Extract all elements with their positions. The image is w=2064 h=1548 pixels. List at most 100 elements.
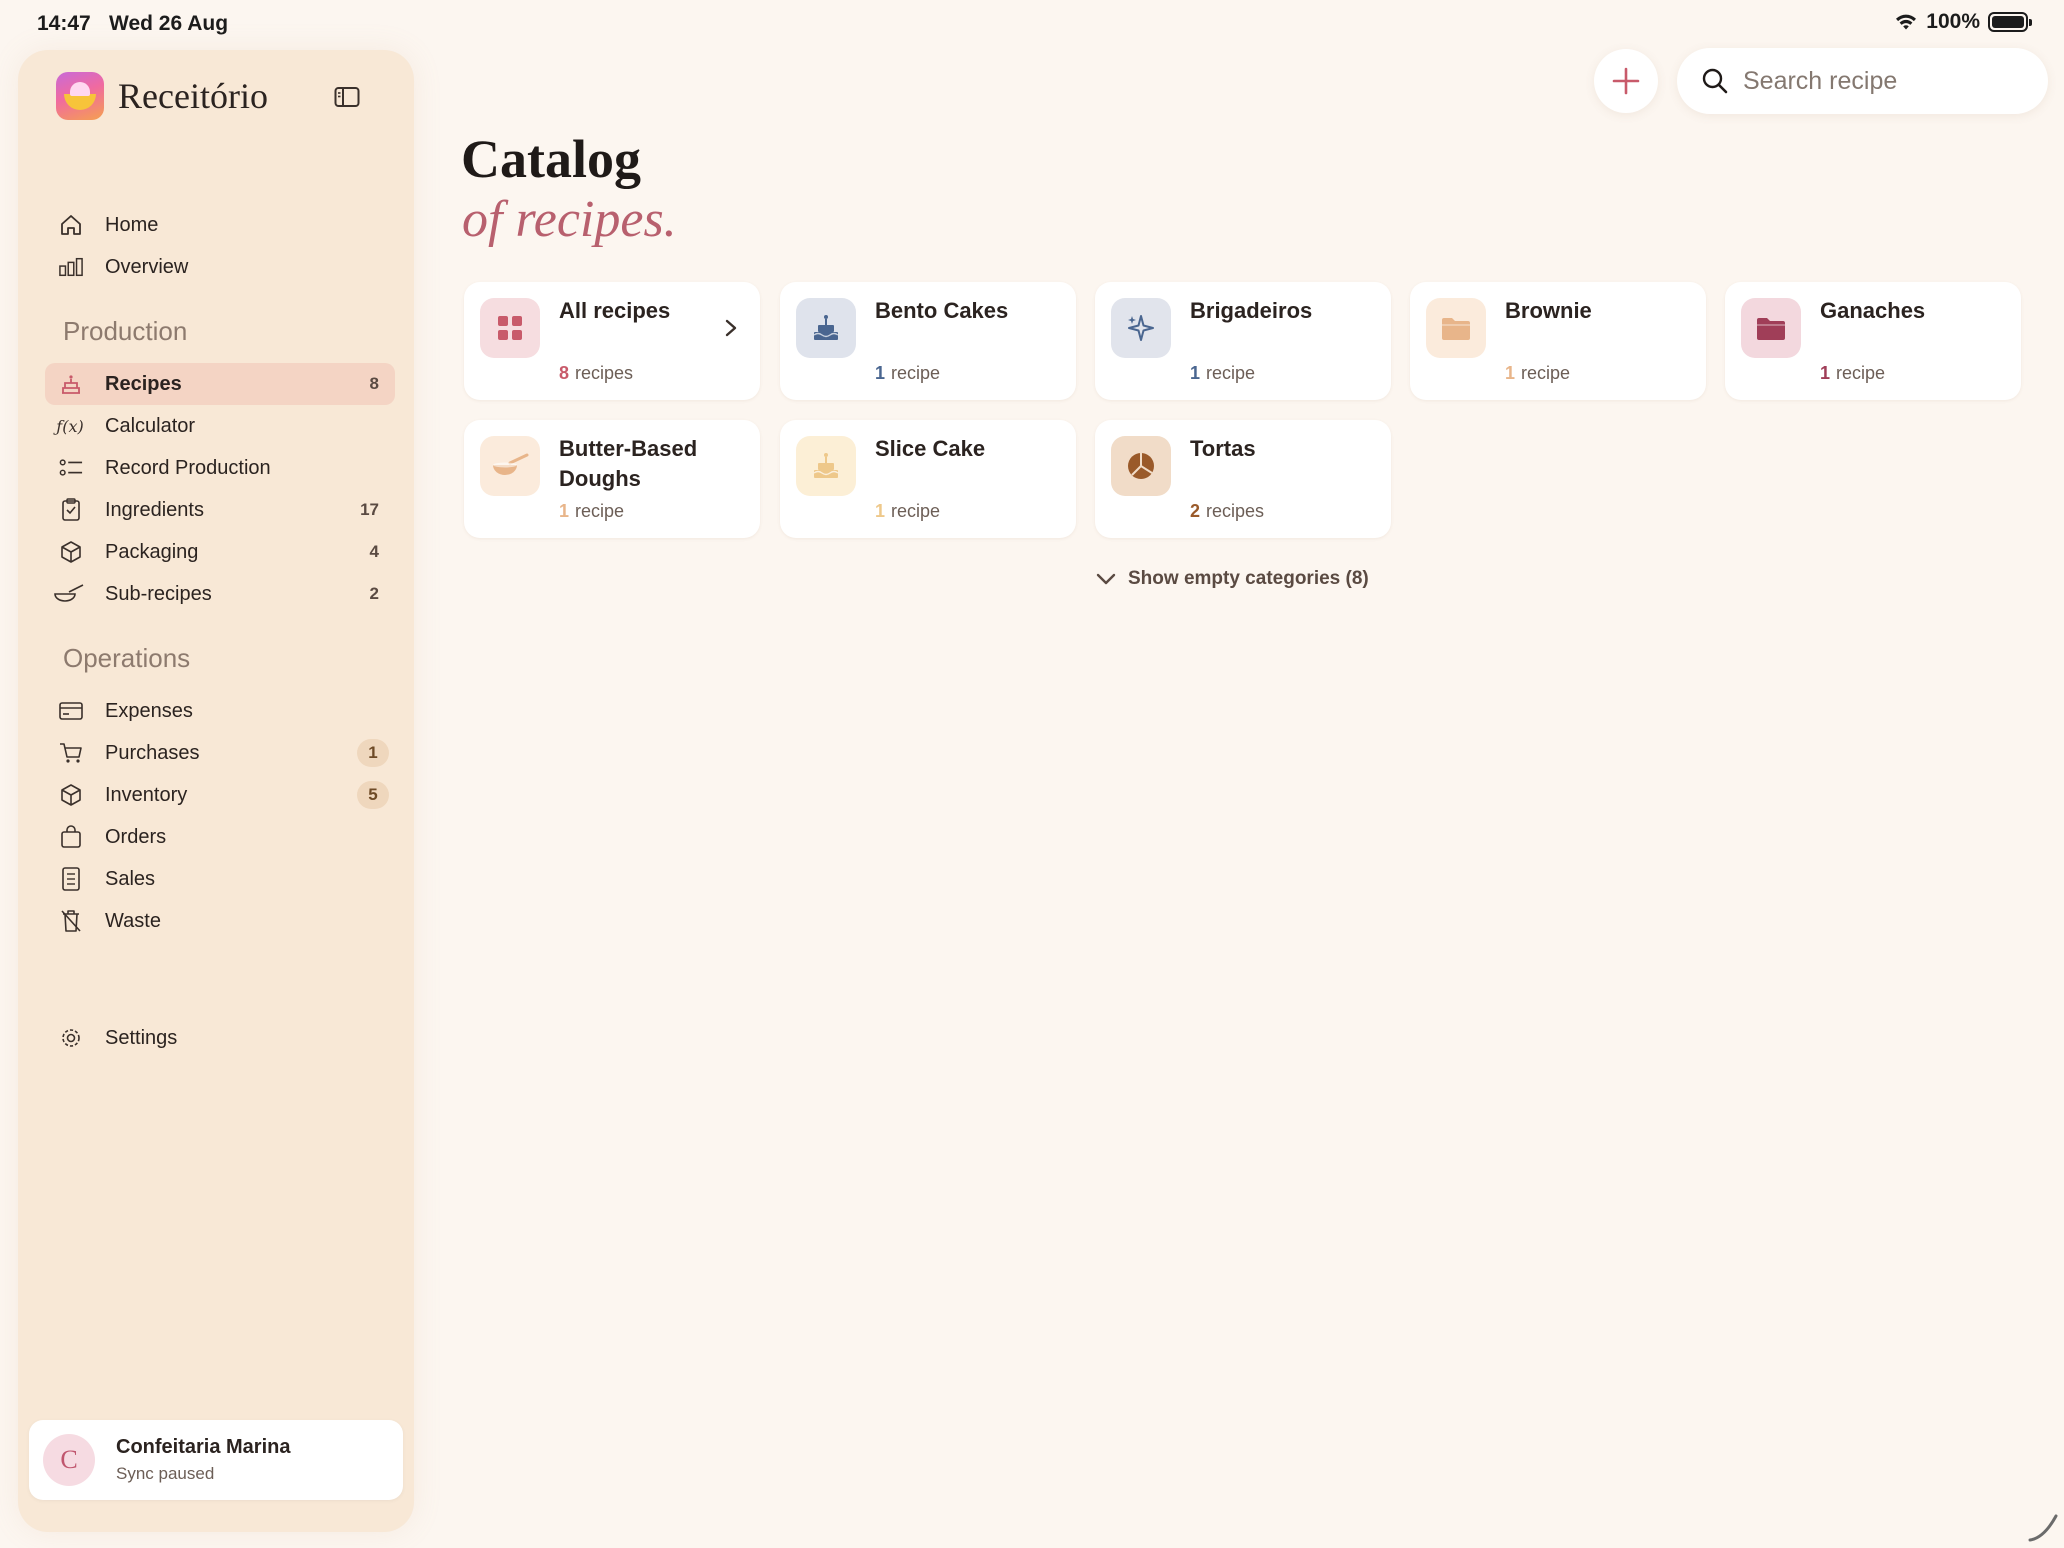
sidebar-item-label: Home [105, 213, 159, 236]
category-card[interactable]: Ganaches 1 recipe [1725, 282, 2021, 400]
section-title-operations: Operations [63, 643, 191, 673]
sidebar-item-record-production[interactable]: Record Production [45, 447, 395, 489]
recipe-count-number: 1 [875, 501, 886, 521]
cake-icon [796, 298, 856, 358]
category-name: Slice Cake [875, 436, 986, 461]
page-title: Catalog [461, 129, 641, 189]
sidebar-item-purchases[interactable]: Purchases 1 [45, 732, 395, 774]
recipe-count-unit: recipe [1206, 363, 1256, 383]
category-name: Tortas [1190, 436, 1256, 461]
show-empty-categories-button[interactable]: Show empty categories (8) [1096, 568, 1369, 590]
recipe-count-unit: recipe [1521, 363, 1571, 383]
item-count: 4 [369, 542, 379, 561]
recipe-count-number: 2 [1190, 501, 1201, 521]
cake-icon [796, 436, 856, 496]
recipe-count-unit: recipe [891, 363, 941, 383]
category-name: All recipes [559, 298, 671, 323]
brand: Receitório [56, 72, 268, 120]
sidebar-item-label: Expenses [105, 699, 193, 722]
pie-icon [1111, 436, 1171, 496]
sidebar-item-recipes[interactable]: Recipes 8 [45, 363, 395, 405]
account-name: Confeitaria Marina [116, 1436, 291, 1458]
app-name: Receitório [118, 76, 268, 116]
cake-icon [59, 373, 83, 395]
avatar: C [43, 1434, 95, 1486]
sidebar-item-sub-recipes[interactable]: Sub-recipes 2 [45, 573, 395, 615]
sidebar-item-overview[interactable]: Overview [45, 246, 395, 288]
function-icon: ƒ(x) [56, 416, 84, 436]
sidebar-item-label: Orders [105, 825, 167, 848]
recipe-count: 1 recipe [875, 501, 940, 522]
sidebar-item-inventory[interactable]: Inventory 5 [45, 774, 395, 816]
category-name: Ganaches [1820, 298, 1926, 323]
category-name: Butter-Based Doughs [559, 436, 698, 491]
category-card[interactable]: Butter-Based Doughs 1 recipe [464, 420, 760, 538]
recipe-count-number: 1 [559, 501, 570, 521]
clipboard-icon [59, 498, 83, 521]
receipt-icon [59, 867, 83, 891]
sidebar-item-label: Overview [105, 255, 189, 278]
category-card[interactable]: Slice Cake 1 recipe [780, 420, 1076, 538]
category-card[interactable]: Brigadeiros 1 recipe [1095, 282, 1391, 400]
battery-percent: 100% [1926, 10, 1980, 33]
add-recipe-button[interactable] [1594, 49, 1658, 113]
notification-badge: 1 [357, 739, 389, 767]
recipe-count: 1 recipe [1190, 363, 1255, 384]
item-count: 2 [369, 584, 379, 603]
sidebar-item-settings[interactable]: Settings [45, 1017, 395, 1059]
search-bar[interactable] [1677, 48, 2048, 114]
house-icon [59, 214, 83, 236]
sidebar-item-ingredients[interactable]: Ingredients 17 [45, 489, 395, 531]
shopping-bag-icon [59, 825, 83, 848]
sidebar-item-waste[interactable]: Waste [45, 900, 395, 942]
cart-icon [59, 742, 83, 764]
notification-badge: 5 [357, 781, 389, 809]
bowl-whisk-icon [53, 583, 85, 605]
plus-icon [1612, 67, 1640, 95]
sidebar-toggle-icon[interactable] [334, 86, 360, 108]
folder-icon [1741, 298, 1801, 358]
recipe-count: 1 recipe [559, 501, 624, 522]
sidebar-item-label: Waste [105, 909, 161, 932]
credit-card-icon [59, 700, 83, 722]
category-name: Brigadeiros [1190, 298, 1313, 323]
sidebar-item-label: Packaging [105, 540, 199, 563]
category-card[interactable]: All recipes 8 recipes [464, 282, 760, 400]
sidebar-item-label: Sales [105, 867, 156, 890]
sidebar-item-home[interactable]: Home [45, 204, 395, 246]
recipe-count-unit: recipe [891, 501, 941, 521]
search-input[interactable] [1743, 62, 2033, 100]
recipe-count-unit: recipe [575, 501, 625, 521]
recipe-count-number: 1 [1820, 363, 1831, 383]
checklist-icon [59, 457, 83, 479]
sidebar-item-expenses[interactable]: Expenses [45, 690, 395, 732]
page-subtitle: of recipes. [462, 191, 677, 248]
battery-icon [1988, 12, 2032, 32]
sidebar-item-label: Sub-recipes [105, 582, 212, 605]
sidebar-item-orders[interactable]: Orders [45, 816, 395, 858]
search-icon [1702, 68, 1728, 94]
sidebar-item-calculator[interactable]: ƒ(x) Calculator [45, 405, 395, 447]
app-logo-icon [56, 72, 104, 120]
category-card[interactable]: Brownie 1 recipe [1410, 282, 1706, 400]
sidebar-item-packaging[interactable]: Packaging 4 [45, 531, 395, 573]
box-icon [59, 541, 83, 563]
recipe-count-number: 1 [1505, 363, 1516, 383]
section-title-production: Production [63, 316, 188, 346]
sidebar-item-label: Recipes [105, 372, 182, 395]
show-empty-label: Show empty categories (8) [1128, 568, 1369, 589]
recipe-count: 8 recipes [559, 363, 633, 384]
sidebar: Receitório Home Overview Production Reci… [18, 50, 414, 1532]
recipe-count: 1 recipe [1505, 363, 1570, 384]
chevron-down-icon [1096, 573, 1116, 585]
folder-icon [1426, 298, 1486, 358]
category-card[interactable]: Tortas 2 recipes [1095, 420, 1391, 538]
sidebar-item-label: Record Production [105, 456, 271, 479]
recipe-count: 1 recipe [875, 363, 940, 384]
category-card[interactable]: Bento Cakes 1 recipe [780, 282, 1076, 400]
recipe-count-unit: recipes [575, 363, 634, 383]
item-count: 17 [360, 500, 379, 519]
account-card[interactable]: C Confeitaria Marina Sync paused [29, 1420, 403, 1500]
sidebar-item-sales[interactable]: Sales [45, 858, 395, 900]
sidebar-item-label: Settings [105, 1026, 178, 1049]
